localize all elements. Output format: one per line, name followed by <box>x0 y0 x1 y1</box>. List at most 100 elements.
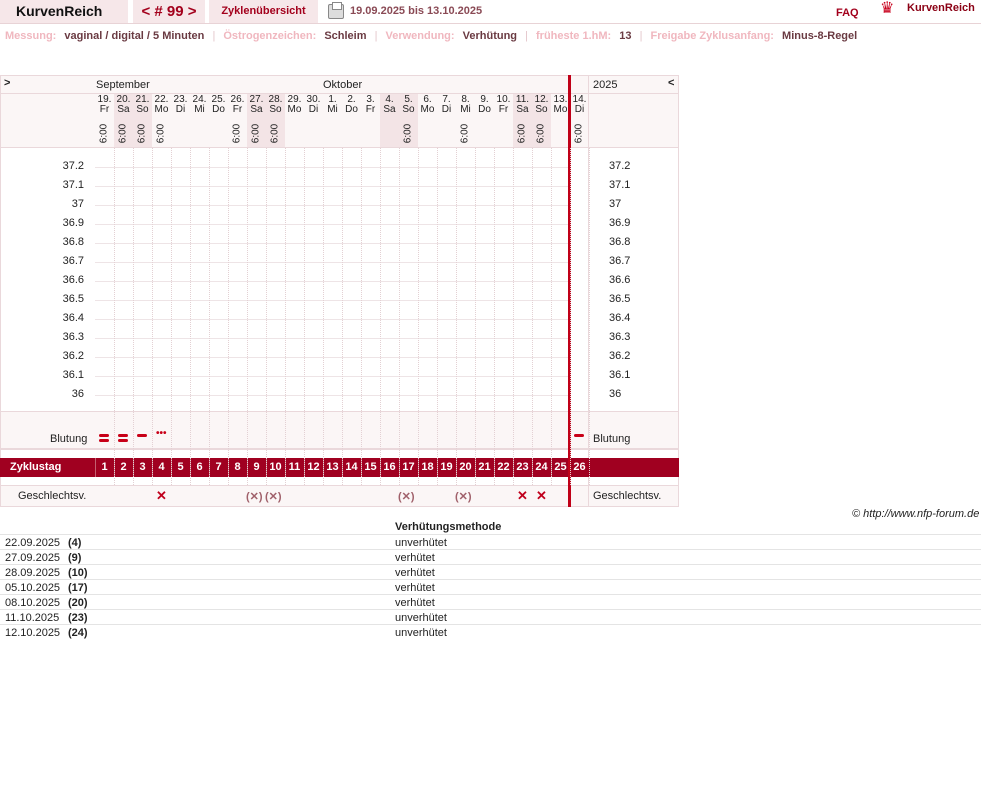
day-gridline <box>361 148 362 485</box>
bleeding-mark[interactable] <box>99 439 109 442</box>
bleeding-mark[interactable] <box>574 434 584 437</box>
bleeding-mark[interactable] <box>118 439 128 442</box>
cycle-navigator[interactable]: < # 99 > <box>133 0 205 23</box>
cycle-day-number: 22 <box>497 461 510 473</box>
intercourse-mark[interactable]: (✕) <box>265 490 282 503</box>
app-title[interactable]: KurvenReich <box>0 0 128 23</box>
temp-label-right: 36.7 <box>609 255 631 267</box>
intercourse-mark[interactable]: (✕) <box>398 490 415 503</box>
cycle-day-number: 19 <box>440 461 453 473</box>
method-value: verhütet <box>395 552 435 564</box>
nav-left-arrow[interactable]: > <box>4 77 10 89</box>
hm-value: 13 <box>619 30 632 42</box>
cycle-day-divider <box>95 458 96 477</box>
temp-label-right: 36 <box>609 388 622 400</box>
day-weekday: Mo <box>287 104 302 115</box>
bleeding-mark[interactable] <box>118 434 128 437</box>
measure-time: 6:00 <box>155 123 167 144</box>
faq-link[interactable]: FAQ <box>836 2 859 25</box>
cycle-chart: > < September Oktober 2025 19. Fr 6:00 20. S… <box>0 75 679 507</box>
temp-gridline <box>95 167 570 168</box>
intercourse-mark[interactable]: ✕ <box>517 488 528 504</box>
temp-label: 37.2 <box>62 160 84 172</box>
day-gridline <box>513 148 514 485</box>
temp-label: 36.7 <box>62 255 84 267</box>
method-cycle-day: (17) <box>68 582 88 594</box>
intercourse-mark[interactable]: (✕) <box>455 490 472 503</box>
temp-label-right: 37.2 <box>609 160 631 172</box>
method-cycle-day: (24) <box>68 627 88 639</box>
cycle-overview-tab[interactable]: Zyklenübersicht <box>209 0 318 23</box>
day-gridline <box>266 148 267 485</box>
temp-label: 36.3 <box>62 331 84 343</box>
method-date: 27.09.2025 <box>5 552 61 564</box>
temp-gridline <box>95 243 570 244</box>
cycle-day-number: 9 <box>253 461 260 473</box>
bleeding-mark[interactable] <box>99 434 109 437</box>
bleeding-label: Blutung <box>50 433 88 445</box>
method-row: 22.09.2025 (4) unverhütet <box>0 534 981 549</box>
nav-right-arrow[interactable]: < <box>668 77 674 89</box>
method-cycle-day: (9) <box>68 552 82 564</box>
intercourse-mark[interactable]: ✕ <box>156 488 167 504</box>
day-gridline <box>418 148 419 485</box>
crown-logo-icon[interactable]: ♛ <box>880 1 894 24</box>
day-weekday: Mo <box>420 104 435 115</box>
temp-gridline <box>95 319 570 320</box>
day-gridline <box>589 148 590 485</box>
temp-label-right: 37 <box>609 198 622 210</box>
cycle-day-number: 17 <box>402 461 415 473</box>
temp-label: 36.9 <box>62 217 84 229</box>
printer-icon[interactable] <box>328 2 344 19</box>
method-cycle-day: (23) <box>68 612 88 624</box>
temp-label: 36.5 <box>62 293 84 305</box>
temp-gridline <box>95 262 570 263</box>
day-gridline <box>171 148 172 485</box>
date-range: 19.09.2025 bis 13.10.2025 <box>350 5 483 17</box>
bleeding-mark[interactable] <box>137 434 147 437</box>
temp-gridline <box>95 205 570 206</box>
cycle-day-number: 20 <box>459 461 472 473</box>
day-gridline <box>323 148 324 485</box>
day-gridline <box>399 148 400 485</box>
intercourse-mark[interactable]: ✕ <box>536 488 547 504</box>
temp-label: 36 <box>71 388 84 400</box>
day-weekday: Mi <box>194 104 205 115</box>
day-weekday: Sa <box>117 104 130 115</box>
method-value: unverhütet <box>395 612 447 624</box>
cycle-day-number: 26 <box>573 461 586 473</box>
day-weekday: Fr <box>232 104 243 115</box>
day-weekday: Di <box>441 104 452 115</box>
method-value: unverhütet <box>395 537 447 549</box>
spotting-mark[interactable]: ••• <box>156 428 167 439</box>
gv-label: Geschlechtsv. <box>18 490 87 502</box>
method-value: verhütet <box>395 567 435 579</box>
day-weekday: So <box>136 104 149 115</box>
top-bar: KurvenReich < # 99 > Zyklenübersicht 19.… <box>0 0 981 24</box>
day-gridline <box>342 148 343 485</box>
method-row: 27.09.2025 (9) verhütet <box>0 549 981 564</box>
temp-label-right: 36.3 <box>609 331 631 343</box>
temp-label: 36.8 <box>62 236 84 248</box>
separator: | <box>374 30 378 42</box>
cycle-day-number: 18 <box>421 461 434 473</box>
temp-label: 36.2 <box>62 350 84 362</box>
measure-time: 6:00 <box>98 123 110 144</box>
day-weekday: So <box>535 104 548 115</box>
method-row: 28.09.2025 (10) verhütet <box>0 564 981 579</box>
day-gridline <box>247 148 248 485</box>
day-gridline <box>133 148 134 485</box>
oestrogen-label: Östrogenzeichen: <box>223 30 317 42</box>
temp-label: 37 <box>71 198 84 210</box>
cycle-day-label: Zyklustag <box>10 461 62 473</box>
intercourse-mark[interactable]: (✕) <box>246 490 263 503</box>
method-value: verhütet <box>395 582 435 594</box>
cycle-day-number: 2 <box>120 461 127 473</box>
messung-label: Messung: <box>5 30 57 42</box>
day-weekday: Do <box>478 104 491 115</box>
logo-text[interactable]: KurvenReich <box>907 0 975 20</box>
day-gridline <box>532 148 533 485</box>
day-weekday: Sa <box>383 104 396 115</box>
day-weekday: Fr <box>99 104 110 115</box>
method-cycle-day: (4) <box>68 537 82 549</box>
